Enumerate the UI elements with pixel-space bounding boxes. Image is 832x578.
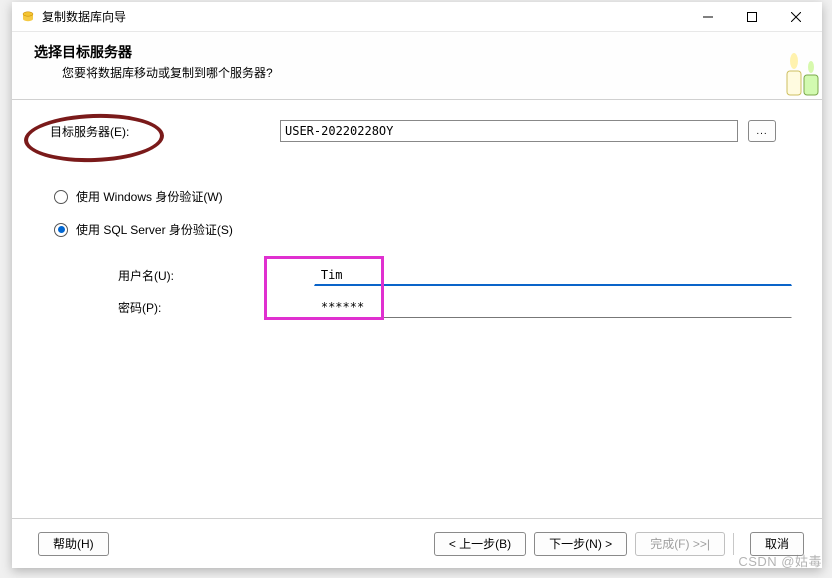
auth-windows-label: 使用 Windows 身份验证(W) [76, 188, 223, 205]
window-title: 复制数据库向导 [42, 8, 686, 25]
wizard-content: 目标服务器(E): ... 使用 Windows 身份验证(W) 使用 SQL … [12, 100, 822, 518]
auth-windows-option[interactable]: 使用 Windows 身份验证(W) [54, 188, 792, 205]
watermark: CSDN @姑毒 [738, 551, 822, 570]
target-server-row: 目标服务器(E): ... [50, 120, 792, 142]
username-row: 用户名(U): [118, 264, 792, 286]
page-subtitle: 您要将数据库移动或复制到哪个服务器? [62, 64, 810, 81]
minimize-button[interactable] [686, 3, 730, 31]
password-label: 密码(P): [118, 299, 314, 316]
wizard-footer: 帮助(H) < 上一步(B) 下一步(N) > 完成(F) >>| 取消 [12, 518, 822, 568]
titlebar: 复制数据库向导 [12, 2, 822, 32]
password-input[interactable] [314, 296, 792, 318]
app-icon [20, 9, 36, 25]
auth-sqlserver-label: 使用 SQL Server 身份验证(S) [76, 221, 233, 238]
password-row: 密码(P): [118, 296, 792, 318]
target-server-input[interactable] [280, 120, 738, 142]
auth-sqlserver-option[interactable]: 使用 SQL Server 身份验证(S) [54, 221, 792, 238]
back-button[interactable]: < 上一步(B) [434, 532, 526, 556]
next-button[interactable]: 下一步(N) > [534, 532, 627, 556]
target-server-label: 目标服务器(E): [50, 123, 280, 140]
separator [733, 533, 734, 555]
page-title: 选择目标服务器 [34, 42, 810, 62]
browse-button[interactable]: ... [748, 120, 776, 142]
close-button[interactable] [774, 3, 818, 31]
username-input[interactable] [314, 264, 792, 286]
window-controls [686, 3, 818, 31]
wizard-window: 复制数据库向导 选择目标服务器 您要将数据库移动或复制到哪个服务器? 目标服务器… [12, 2, 822, 568]
wizard-header: 选择目标服务器 您要将数据库移动或复制到哪个服务器? [12, 32, 822, 100]
username-label: 用户名(U): [118, 267, 314, 284]
radio-icon [54, 223, 68, 237]
header-graphic-icon [762, 39, 822, 99]
maximize-button[interactable] [730, 3, 774, 31]
radio-icon [54, 190, 68, 204]
help-button[interactable]: 帮助(H) [38, 532, 109, 556]
finish-button: 完成(F) >>| [635, 532, 725, 556]
